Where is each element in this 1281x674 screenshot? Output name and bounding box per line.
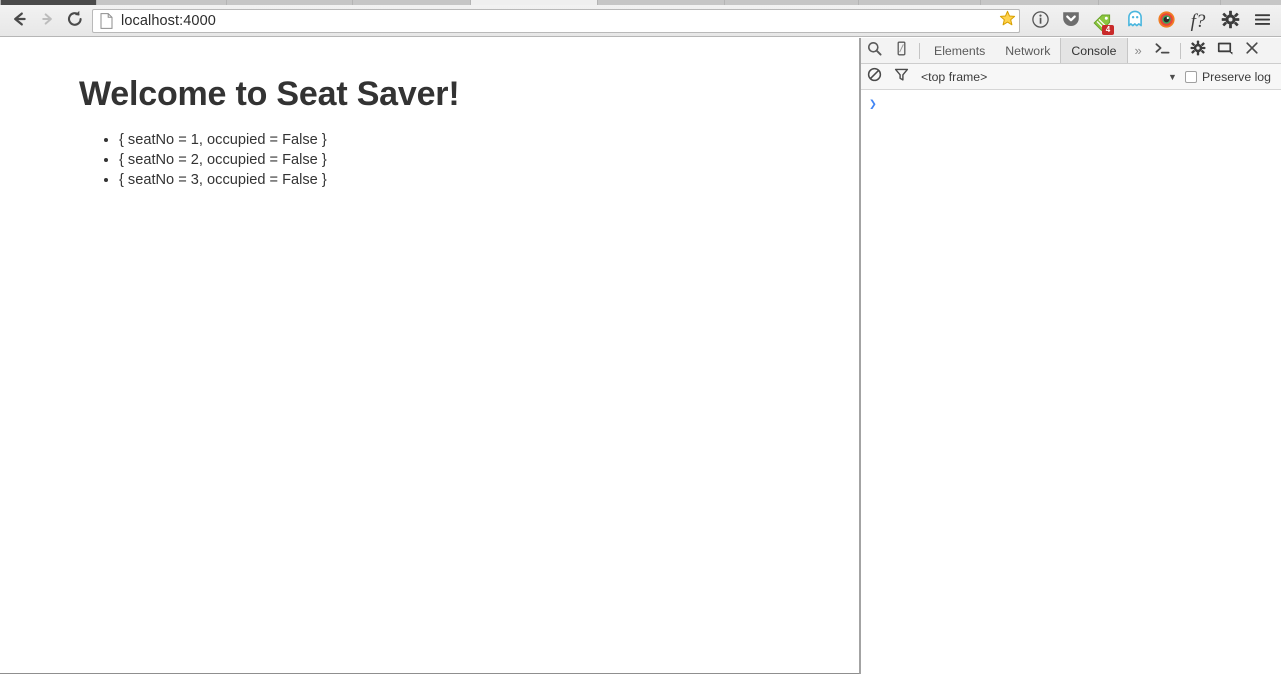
inspect-element-button[interactable] xyxy=(861,38,888,63)
clear-console-button[interactable] xyxy=(861,64,888,89)
execution-context-value: <top frame> xyxy=(921,69,988,84)
dock-position-button[interactable] xyxy=(1212,38,1239,63)
colorful-eye-icon xyxy=(1157,10,1176,34)
seat-list: { seatNo = 1, occupied = False } { seatN… xyxy=(79,130,327,190)
devtools-settings-button[interactable] xyxy=(1185,38,1212,63)
page-document-icon xyxy=(100,13,113,29)
tab-network[interactable]: Network xyxy=(995,38,1060,63)
preserve-log-toggle[interactable]: Preserve log xyxy=(1184,69,1281,84)
address-bar[interactable]: localhost:4000 xyxy=(92,9,1020,33)
browser-menu-button[interactable] xyxy=(1249,9,1275,34)
preserve-log-label: Preserve log xyxy=(1201,69,1271,84)
reload-button[interactable] xyxy=(62,8,88,34)
font-inspector-button[interactable]: f? xyxy=(1185,9,1211,34)
gear-icon xyxy=(1221,10,1240,34)
devtools-close-button[interactable] xyxy=(1239,38,1266,63)
tab-overflow-button[interactable]: » xyxy=(1128,38,1149,63)
forward-arrow-icon xyxy=(38,9,58,34)
settings-gear-button[interactable] xyxy=(1217,9,1243,34)
devtools-panel: Elements Network Console » <top frame> ▼… xyxy=(861,38,1281,674)
clear-console-icon xyxy=(867,67,882,87)
url-text: localhost:4000 xyxy=(121,12,216,29)
browser-window: localhost:4000 4 f? Welcome to Seat Save… xyxy=(0,0,1281,674)
preserve-log-checkbox[interactable] xyxy=(1184,70,1197,83)
colorful-eye-button[interactable] xyxy=(1153,9,1179,34)
close-icon xyxy=(1245,41,1259,60)
toolbar-divider xyxy=(919,42,920,59)
font-inspector-icon: f? xyxy=(1190,11,1206,32)
list-item: { seatNo = 1, occupied = False } xyxy=(119,130,327,150)
tag-badge-icon: 4 xyxy=(1091,11,1114,35)
bookmark-star-icon xyxy=(999,10,1016,32)
console-drawer-button[interactable] xyxy=(1149,38,1176,63)
dock-position-icon xyxy=(1217,41,1233,60)
back-button[interactable] xyxy=(6,8,32,34)
execution-context-selector[interactable]: <top frame> xyxy=(921,70,987,84)
list-item: { seatNo = 3, occupied = False } xyxy=(119,170,327,190)
page-viewport: Welcome to Seat Saver! { seatNo = 1, occ… xyxy=(0,38,860,674)
forward-button[interactable] xyxy=(35,8,61,34)
ghostery-ghost-icon xyxy=(1125,9,1145,34)
menu-hamburger-icon xyxy=(1253,10,1272,34)
info-circle-icon xyxy=(1031,10,1050,34)
info-circle-button[interactable] xyxy=(1027,9,1053,34)
devtools-toolbar: Elements Network Console » xyxy=(861,38,1281,64)
tab-elements[interactable]: Elements xyxy=(924,38,995,63)
console-filter-bar: <top frame> ▼ Preserve log xyxy=(861,64,1281,90)
page-title: Welcome to Seat Saver! xyxy=(79,75,460,113)
device-toggle-icon xyxy=(894,41,909,61)
console-prompt-icon xyxy=(1154,41,1171,61)
bookmark-button[interactable] xyxy=(996,9,1020,33)
pocket-icon xyxy=(1061,9,1081,34)
console-prompt-caret: ❯ xyxy=(869,97,877,112)
filter-funnel-icon xyxy=(894,67,909,87)
browser-toolbar: localhost:4000 4 f? xyxy=(0,5,1281,37)
tab-console[interactable]: Console xyxy=(1060,38,1128,63)
tag-extension-button[interactable]: 4 xyxy=(1089,9,1115,35)
back-arrow-icon xyxy=(9,9,29,34)
gear-icon xyxy=(1190,40,1206,61)
tag-badge-count: 4 xyxy=(1102,24,1114,35)
pocket-button[interactable] xyxy=(1058,9,1084,34)
toolbar-divider-2 xyxy=(1179,42,1181,59)
chevron-down-icon[interactable]: ▼ xyxy=(1168,72,1185,82)
reload-icon xyxy=(65,9,85,34)
ghostery-button[interactable] xyxy=(1122,9,1148,34)
filter-button[interactable] xyxy=(888,64,915,89)
device-toolbar-button[interactable] xyxy=(888,38,915,63)
list-item: { seatNo = 2, occupied = False } xyxy=(119,150,327,170)
inspect-search-icon xyxy=(867,41,882,61)
console-output-area[interactable]: ❯ xyxy=(861,91,1281,674)
